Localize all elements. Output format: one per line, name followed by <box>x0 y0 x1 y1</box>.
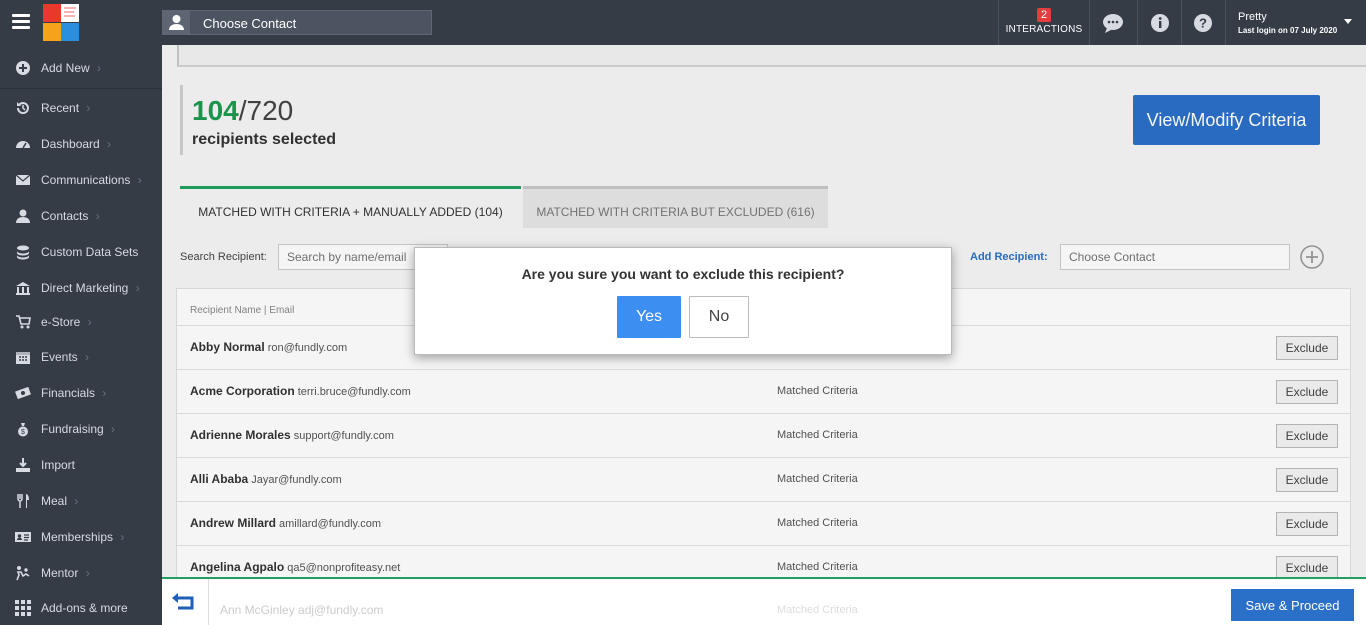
hamburger-menu-icon[interactable] <box>12 14 30 30</box>
sidebar-item-custom-data-sets[interactable]: Custom Data Sets <box>0 234 162 270</box>
choose-contact-box[interactable]: Choose Contact <box>162 10 432 35</box>
dialog-question: Are you sure you want to exclude this re… <box>521 266 845 282</box>
sidebar-item-label: Add New <box>41 61 101 75</box>
obscured-row-name: Ann McGinley adj@fundly.com <box>220 603 384 617</box>
sidebar-item-fundraising[interactable]: $ Fundraising <box>0 411 162 447</box>
sidebar-item-label: Recent <box>41 101 90 115</box>
sidebar-item-add-ons[interactable]: Add-ons & more <box>0 590 162 625</box>
top-bar: Choose Contact 2 INTERACTIONS ? Pretty L… <box>0 0 1366 45</box>
sidebar-item-label: Add-ons & more <box>41 601 128 615</box>
sidebar-divider <box>0 88 162 89</box>
sidebar-item-meal[interactable]: Meal <box>0 483 162 519</box>
save-proceed-button[interactable]: Save & Proceed <box>1231 589 1354 621</box>
interactions-button[interactable]: 2 INTERACTIONS <box>999 0 1089 45</box>
sidebar-item-mentor[interactable]: Mentor <box>0 555 162 591</box>
divider <box>1089 0 1090 45</box>
svg-text:$: $ <box>21 429 25 436</box>
sidebar-item-recent[interactable]: Recent <box>0 90 162 126</box>
bottom-action-bar: Ann McGinley adj@fundly.com Matched Crit… <box>162 577 1366 625</box>
obscured-row-status: Matched Criteria <box>777 604 858 616</box>
money-icon <box>15 386 31 400</box>
sidebar-item-e-store[interactable]: e-Store <box>0 304 162 340</box>
sidebar-item-label: Direct Marketing <box>41 281 140 295</box>
interactions-badge: 2 <box>1036 8 1052 22</box>
sidebar-item-label: Fundraising <box>41 422 115 436</box>
user-menu[interactable]: Pretty Last login on 07 July 2020 <box>1238 11 1337 35</box>
dashboard-icon <box>16 141 30 149</box>
mentor-icon <box>16 566 30 581</box>
info-icon[interactable] <box>1149 12 1171 34</box>
bank-icon <box>16 282 30 295</box>
sidebar-item-label: Communications <box>41 173 142 187</box>
history-icon <box>16 102 29 115</box>
svg-text:?: ? <box>1199 16 1207 31</box>
sidebar-item-label: Import <box>41 458 76 472</box>
sidebar-item-financials[interactable]: Financials <box>0 375 162 411</box>
download-icon <box>16 458 30 472</box>
back-arrow-icon[interactable] <box>172 592 198 612</box>
id-card-icon <box>15 532 31 542</box>
sidebar-item-label: Meal <box>41 494 78 508</box>
plus-circle-icon <box>16 61 30 75</box>
sidebar-item-dashboard[interactable]: Dashboard <box>0 126 162 162</box>
sidebar-item-label: Memberships <box>41 530 124 544</box>
sidebar-item-direct-marketing[interactable]: Direct Marketing <box>0 270 162 306</box>
grid-icon <box>15 600 31 616</box>
sidebar-item-label: Events <box>41 350 89 364</box>
sidebar-item-label: Contacts <box>41 209 100 223</box>
chat-icon[interactable] <box>1102 12 1124 34</box>
sidebar-item-label: Financials <box>41 386 106 400</box>
sidebar-item-add-new[interactable]: Add New <box>0 50 162 86</box>
database-icon <box>17 245 29 260</box>
divider <box>1225 0 1226 45</box>
confirm-exclude-dialog: Are you sure you want to exclude this re… <box>414 247 952 355</box>
cutlery-icon <box>17 494 29 508</box>
yes-button[interactable]: Yes <box>617 296 681 338</box>
divider <box>1181 0 1182 45</box>
person-icon <box>163 11 190 34</box>
sidebar-item-memberships[interactable]: Memberships <box>0 519 162 555</box>
user-icon <box>16 209 30 223</box>
interactions-label: INTERACTIONS <box>1005 24 1083 35</box>
user-name: Pretty <box>1238 11 1267 23</box>
sidebar-item-label: e-Store <box>41 315 92 329</box>
sidebar: Add New Recent Dashboard Communications … <box>0 45 162 625</box>
app-logo[interactable] <box>43 4 79 41</box>
calendar-icon <box>16 352 30 364</box>
cart-icon <box>16 315 31 329</box>
choose-contact-label: Choose Contact <box>203 16 297 31</box>
divider <box>1137 0 1138 45</box>
sidebar-item-label: Mentor <box>41 566 90 580</box>
sidebar-item-communications[interactable]: Communications <box>0 162 162 198</box>
sidebar-item-label: Custom Data Sets <box>41 245 139 259</box>
sidebar-item-contacts[interactable]: Contacts <box>0 198 162 234</box>
moneybag-icon: $ <box>18 423 28 437</box>
user-dropdown-icon[interactable] <box>1344 19 1352 24</box>
envelope-icon <box>15 174 31 185</box>
sidebar-item-events[interactable]: Events <box>0 339 162 375</box>
help-icon[interactable]: ? <box>1192 12 1214 34</box>
no-button[interactable]: No <box>689 296 749 338</box>
last-login: Last login on 07 July 2020 <box>1238 26 1338 35</box>
divider <box>208 579 209 625</box>
sidebar-item-label: Dashboard <box>41 137 111 151</box>
sidebar-item-import[interactable]: Import <box>0 447 162 483</box>
